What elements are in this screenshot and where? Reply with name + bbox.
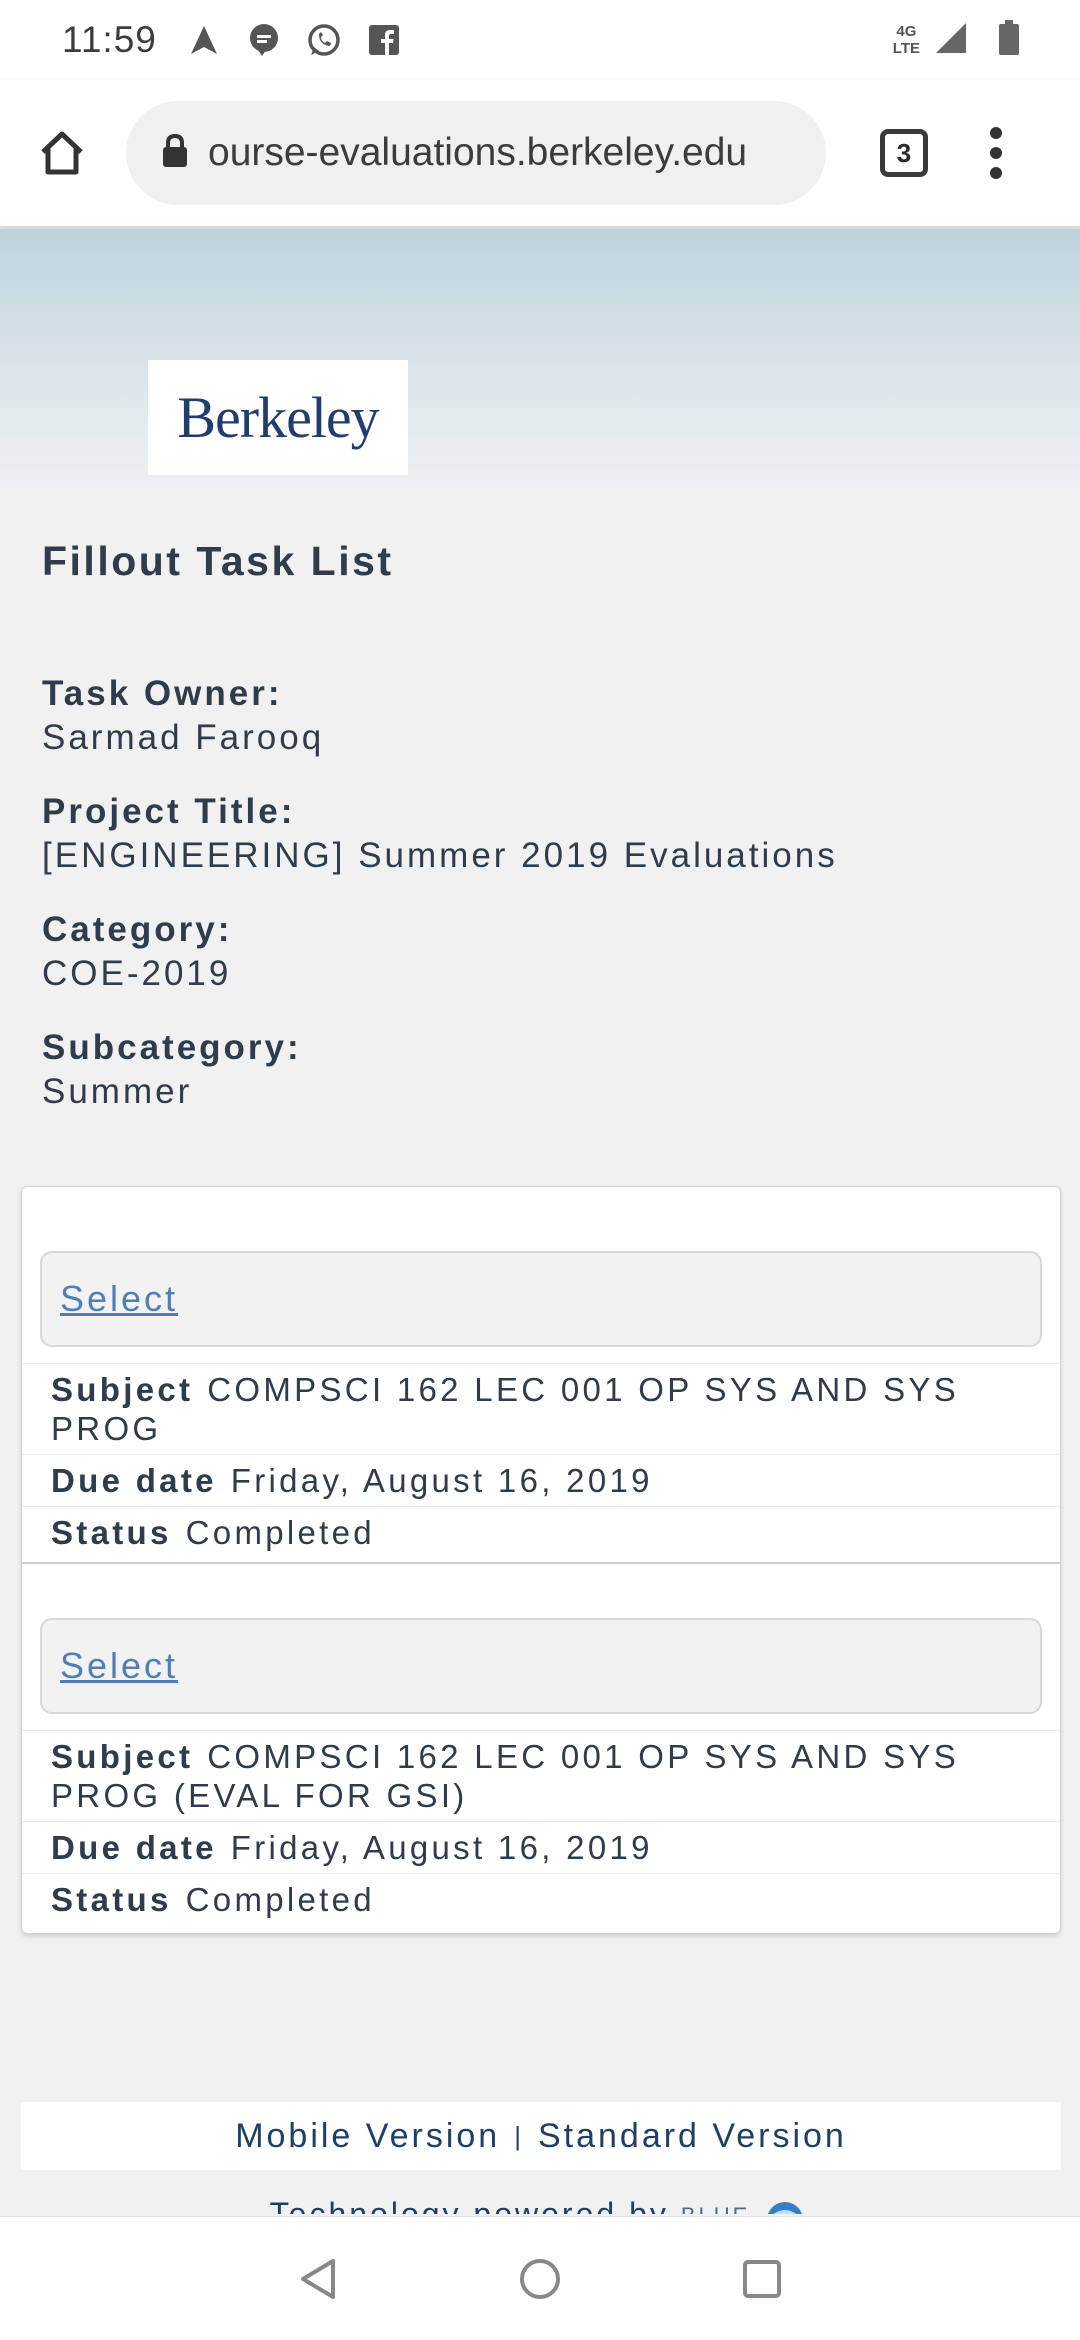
signal-icon (934, 21, 968, 60)
info-value: Summer (42, 1072, 193, 1111)
info-subcategory: Subcategory: Summer (42, 1026, 838, 1114)
page-title: Fillout Task List (42, 538, 394, 584)
info-label: Subcategory: (42, 1028, 302, 1067)
system-nav-bar (0, 2216, 1080, 2340)
blue-logo-icon (760, 2198, 810, 2214)
separator: | (514, 2120, 524, 2151)
lock-icon (162, 133, 188, 173)
info-value: Sarmad Farooq (42, 718, 325, 757)
select-row[interactable]: Select (40, 1251, 1042, 1347)
task-info: Task Owner: Sarmad Farooq Project Title:… (42, 672, 838, 1144)
mobile-version-link[interactable]: Mobile Version (235, 2117, 500, 2156)
select-link[interactable]: Select (60, 1278, 178, 1320)
info-label: Category: (42, 910, 233, 949)
network-indicator: 4G LTE (892, 23, 920, 57)
whatsapp-icon (307, 23, 341, 57)
message-icon (247, 23, 281, 57)
logo-text: Berkeley (177, 385, 379, 450)
status-bar: 11:59 4G LTE (0, 0, 1080, 80)
info-project-title: Project Title: [ENGINEERING] Summer 2019… (42, 790, 838, 878)
header-banner: Berkeley (0, 229, 1080, 491)
select-row[interactable]: Select (40, 1618, 1042, 1714)
browser-toolbar: ourse-evaluations.berkeley.edu 3 (0, 80, 1080, 228)
task-card: Select Subject COMPSCI 162 LEC 001 OP SYS… (22, 1562, 1060, 1925)
more-vert-icon[interactable] (986, 127, 1006, 179)
facebook-icon (367, 23, 401, 57)
info-task-owner: Task Owner: Sarmad Farooq (42, 672, 838, 760)
task-list: Select Subject COMPSCI 162 LEC 001 OP SYS… (21, 1186, 1061, 1934)
url-text: ourse-evaluations.berkeley.edu (208, 131, 748, 174)
info-label: Project Title: (42, 792, 296, 831)
task-subject: Subject COMPSCI 162 LEC 001 OP SYS AND SY… (22, 1363, 1060, 1454)
powered-brand: BLUE (681, 2190, 750, 2214)
berkeley-logo[interactable]: Berkeley (148, 360, 408, 475)
task-due-date: Due date Friday, August 16, 2019 (22, 1821, 1060, 1873)
home-icon (41, 131, 83, 175)
select-link[interactable]: Select (60, 1645, 178, 1687)
task-status: Status Completed (22, 1873, 1060, 1925)
recents-icon[interactable] (738, 2255, 786, 2303)
info-value: COE-2019 (42, 954, 232, 993)
battery-icon (998, 19, 1020, 61)
task-card: Select Subject COMPSCI 162 LEC 001 OP SYS… (22, 1251, 1060, 1562)
info-label: Task Owner: (42, 674, 283, 713)
task-subject: Subject COMPSCI 162 LEC 001 OP SYS AND SY… (22, 1730, 1060, 1821)
task-due-date: Due date Friday, August 16, 2019 (22, 1454, 1060, 1506)
back-icon[interactable] (294, 2255, 342, 2303)
info-value: [ENGINEERING] Summer 2019 Evaluations (42, 836, 838, 875)
tab-switcher-button[interactable]: 3 (880, 129, 928, 177)
standard-version-link[interactable]: Standard Version (538, 2117, 847, 2156)
task-status: Status Completed (22, 1506, 1060, 1562)
powered-by-text: Technology powered by (269, 2196, 669, 2214)
version-links: Mobile Version | Standard Version (21, 2102, 1061, 2170)
navigation-arrow-icon (187, 23, 221, 57)
url-bar[interactable]: ourse-evaluations.berkeley.edu (126, 101, 826, 205)
powered-by: Technology powered by BLUE (0, 2190, 1080, 2214)
info-category: Category: COE-2019 (42, 908, 838, 996)
status-time: 11:59 (62, 19, 157, 60)
home-button[interactable] (30, 121, 94, 185)
home-circle-icon[interactable] (516, 2255, 564, 2303)
